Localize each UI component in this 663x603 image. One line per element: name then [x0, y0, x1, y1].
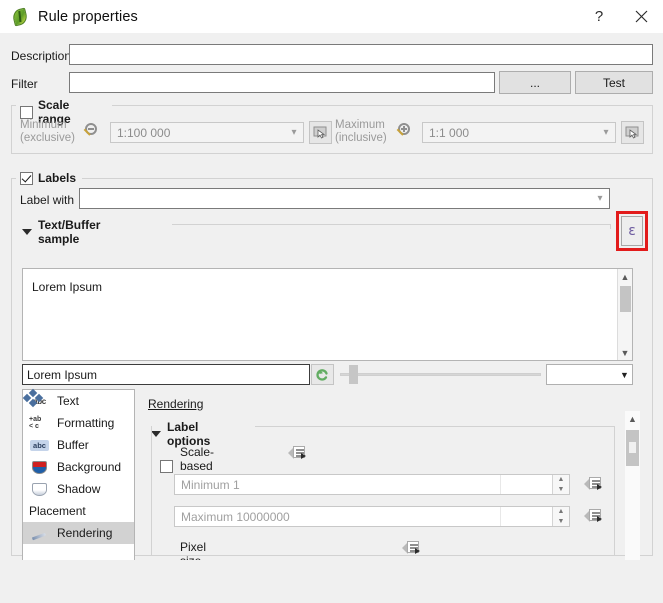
description-label: Description [11, 49, 72, 63]
help-icon[interactable]: ? [579, 0, 619, 33]
scale-maximum-value: 1:1 000 [429, 125, 470, 140]
close-icon[interactable] [619, 0, 663, 33]
scale-minimum-value: 1:100 000 [117, 125, 171, 140]
text-buffer-sample-title: Text/Buffer sample [38, 218, 101, 246]
rendering-brush-icon [29, 525, 50, 542]
labels-checkbox[interactable] [20, 171, 33, 185]
zoom-out-magnifier-icon [81, 122, 103, 142]
dialog-footer: OK Cancel [0, 560, 663, 603]
description-input[interactable] [69, 44, 653, 65]
scale-minimum-stepper[interactable]: ▲ ▼ [552, 475, 569, 494]
zoom-in-magnifier-icon [394, 122, 416, 142]
scroll-down-icon[interactable]: ▼ [618, 345, 633, 360]
buffer-abc-icon: abc [29, 437, 50, 454]
rendering-panel-title: Rendering [148, 397, 204, 411]
sample-text: Lorem Ipsum [32, 280, 103, 294]
sidebar-item-placement[interactable]: Placement [22, 388, 134, 522]
scale-maximum-combo[interactable]: 1:1 000 ▾ [422, 122, 616, 143]
sidebar-item-label: Text [57, 394, 80, 408]
scroll-up-icon[interactable]: ▲ [625, 411, 640, 426]
rule-properties-dialog: Rule properties ? Description Filter ...… [0, 0, 663, 603]
sidebar-item-label: Buffer [57, 438, 89, 452]
sample-scrollbar[interactable]: ▲ ▼ [617, 269, 632, 360]
scale-minimum-spinbox[interactable]: Minimum 1 ▲ ▼ [174, 474, 570, 495]
scale-maximum-override-icon[interactable] [584, 507, 605, 524]
labels-header[interactable]: Labels [16, 171, 81, 185]
window-title: Rule properties [38, 8, 138, 25]
sidebar-item-rendering[interactable]: Rendering [23, 522, 134, 544]
sidebar-item-label: Rendering [57, 526, 113, 540]
scale-maximum-placeholder: Maximum 10000000 [181, 509, 290, 524]
scale-minimum-value[interactable] [500, 475, 552, 494]
chevron-down-icon: ▾ [291, 127, 297, 138]
chevron-down-icon [22, 229, 32, 235]
scale-minimum-placeholder: Minimum 1 [181, 477, 240, 492]
sample-zoom-slider-thumb[interactable] [349, 365, 358, 384]
scale-maximum-spinbox[interactable]: Maximum 10000000 ▲ ▼ [174, 506, 570, 527]
formatting-icon: +ab < c [29, 415, 42, 431]
sidebar-item-label: Formatting [57, 416, 115, 430]
scale-maximum-stepper[interactable]: ▲ ▼ [552, 507, 569, 526]
sidebar-item-label: Shadow [57, 482, 101, 496]
sample-zoom-slider-track[interactable] [340, 373, 541, 376]
sample-preview-input[interactable] [22, 364, 310, 385]
filter-test-button[interactable]: Test [575, 71, 653, 94]
expression-editor-button[interactable]: ε [621, 216, 643, 246]
text-buffer-sample-box[interactable]: Lorem Ipsum ▲ ▼ [22, 268, 633, 361]
title-bar: Rule properties ? [0, 0, 663, 33]
refresh-icon[interactable] [311, 364, 334, 385]
sidebar-item-label: Background [57, 460, 122, 474]
pixel-size-visibility-override-icon[interactable] [402, 539, 423, 556]
filter-input[interactable] [69, 72, 495, 93]
scale-based-visibility-override-icon[interactable] [288, 444, 309, 461]
qgis-leaf-icon [11, 7, 29, 26]
dialog-body: Description Filter ... Test Scale range … [0, 33, 663, 603]
text-buffer-sample-header[interactable]: Text/Buffer sample [22, 218, 100, 246]
sidebar-item-shadow[interactable]: Shadow [23, 478, 134, 500]
chevron-down-icon[interactable]: ▼ [616, 364, 633, 385]
placement-diamonds-icon [22, 388, 44, 408]
sidebar-item-background[interactable]: Background [23, 456, 134, 478]
filter-ellipsis-button[interactable]: ... [499, 71, 571, 94]
scale-maximum-label: Maximum (inclusive) [335, 119, 387, 144]
label-with-combo[interactable]: ▾ [79, 188, 610, 209]
filter-label: Filter [11, 77, 38, 91]
sidebar-item-buffer[interactable]: abc Buffer [23, 434, 134, 456]
scroll-track[interactable] [625, 426, 640, 568]
scale-maximum-set-from-canvas-button[interactable] [621, 121, 644, 144]
scale-range-checkbox[interactable] [20, 105, 33, 119]
scale-based-visibility-checkbox[interactable] [160, 459, 173, 473]
scale-maximum-value[interactable] [500, 507, 552, 526]
chevron-down-icon: ▾ [597, 193, 603, 204]
sidebar-item-formatting[interactable]: +ab < c Formatting [23, 412, 134, 434]
shadow-shield-icon [29, 481, 50, 498]
scroll-track[interactable] [618, 284, 633, 345]
label-options-title: Label options [167, 420, 211, 448]
chevron-down-icon: ▾ [603, 127, 609, 138]
background-shield-icon [29, 459, 50, 476]
sidebar-item-label: Placement [29, 504, 86, 518]
scroll-thumb[interactable] [619, 286, 631, 312]
label-settings-sidebar: abc Text +ab< c Formatting abc Buffer Ba… [22, 388, 135, 579]
label-options-header[interactable]: Label options [151, 420, 210, 448]
scroll-thumb[interactable] [626, 430, 639, 466]
label-with-label: Label with [20, 193, 75, 207]
scale-minimum-set-from-canvas-button[interactable] [309, 121, 332, 144]
labels-title: Labels [38, 171, 77, 185]
chevron-down-icon [151, 431, 161, 437]
scale-minimum-label: Minimum (exclusive) [20, 119, 75, 144]
rendering-panel-scrollbar[interactable]: ▲ ▼ [625, 411, 640, 583]
window-controls: ? [579, 0, 663, 33]
scale-minimum-override-icon[interactable] [584, 475, 605, 492]
scroll-up-icon[interactable]: ▲ [618, 269, 633, 284]
scale-minimum-combo[interactable]: 1:100 000 ▾ [110, 122, 304, 143]
